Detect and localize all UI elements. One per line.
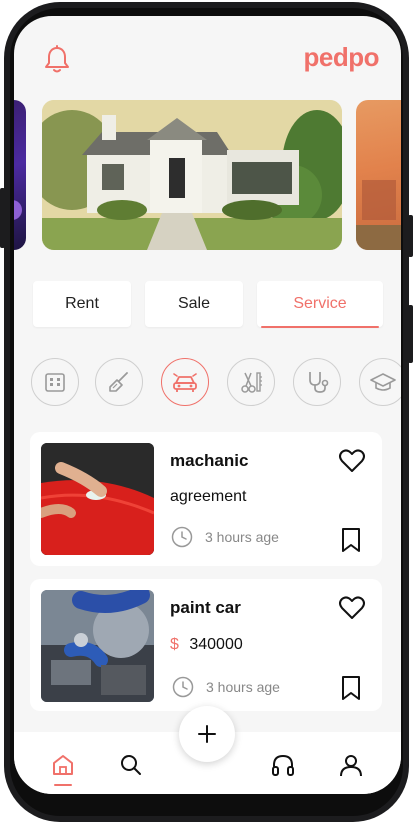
price-value: 340000 [189, 636, 243, 653]
clock-icon [171, 526, 193, 548]
tab-sale-label: Sale [177, 295, 211, 312]
listing-price: $ 340000 [170, 636, 243, 654]
listing-time: 3 hours age [172, 676, 280, 698]
building-icon [45, 373, 65, 392]
listing-time: 3 hours age [171, 526, 279, 548]
clock-icon [172, 676, 194, 698]
listing-card[interactable]: machanic agreement 3 hours age [30, 432, 382, 566]
bell-icon[interactable] [41, 43, 73, 75]
phone-side-button-right-bottom [408, 305, 413, 363]
heart-icon[interactable] [338, 594, 366, 620]
category-cleaning[interactable] [95, 358, 143, 406]
category-car[interactable] [161, 358, 209, 406]
search-icon [121, 755, 141, 775]
listing-title: machanic [170, 451, 249, 470]
tab-rent[interactable]: Rent [33, 281, 131, 327]
home-icon [53, 755, 73, 775]
phone-side-button-left [0, 188, 5, 248]
add-icon [198, 725, 216, 743]
barber-scissors-icon [241, 372, 262, 393]
listing-time-text: 3 hours age [205, 529, 279, 545]
house-illustration [42, 100, 342, 250]
listing-subtitle: agreement [170, 488, 247, 505]
banner-image-left[interactable] [14, 100, 26, 250]
category-medical[interactable] [293, 358, 341, 406]
nav-support[interactable] [270, 752, 296, 778]
listing-type-tabs: Rent Sale Service [33, 281, 383, 329]
nav-profile[interactable] [338, 752, 364, 778]
nav-home[interactable] [50, 752, 76, 786]
banner-image-house[interactable] [42, 100, 342, 250]
cleaning-broom-icon [109, 372, 128, 392]
banner-image-right[interactable] [356, 100, 401, 250]
bookmark-icon[interactable] [340, 527, 362, 553]
nav-search[interactable] [118, 752, 144, 778]
tab-sale[interactable]: Sale [145, 281, 243, 327]
graduation-cap-icon [370, 373, 396, 391]
stethoscope-icon [309, 372, 329, 393]
listing-card[interactable]: paint car $ 340000 3 hours age [30, 579, 382, 711]
add-button[interactable] [179, 706, 235, 762]
category-barber[interactable] [227, 358, 275, 406]
price-currency: $ [170, 636, 179, 653]
tab-rent-label: Rent [65, 295, 99, 312]
listing-image-mechanic [41, 443, 154, 555]
brand-logo: pedpo [303, 42, 380, 72]
phone-side-button-right-top [408, 215, 413, 257]
active-tab-indicator [261, 326, 379, 328]
nav-home-active-indicator [54, 784, 72, 786]
listing-image-paint-car [41, 590, 154, 702]
category-education[interactable] [359, 358, 401, 406]
heart-icon[interactable] [338, 447, 366, 473]
category-building[interactable] [31, 358, 79, 406]
car-icon [173, 373, 197, 392]
app-screen: pedpo Rent Sale Service machanic agreeme… [14, 16, 401, 794]
bookmark-icon[interactable] [340, 675, 362, 701]
header: pedpo [14, 16, 401, 86]
user-icon [340, 755, 362, 777]
tab-service-label: Service [293, 295, 347, 312]
headphones-icon [272, 754, 294, 776]
listing-title: paint car [170, 598, 241, 617]
tab-service[interactable]: Service [257, 281, 383, 328]
service-categories [14, 358, 401, 412]
listing-time-text: 3 hours age [206, 679, 280, 695]
